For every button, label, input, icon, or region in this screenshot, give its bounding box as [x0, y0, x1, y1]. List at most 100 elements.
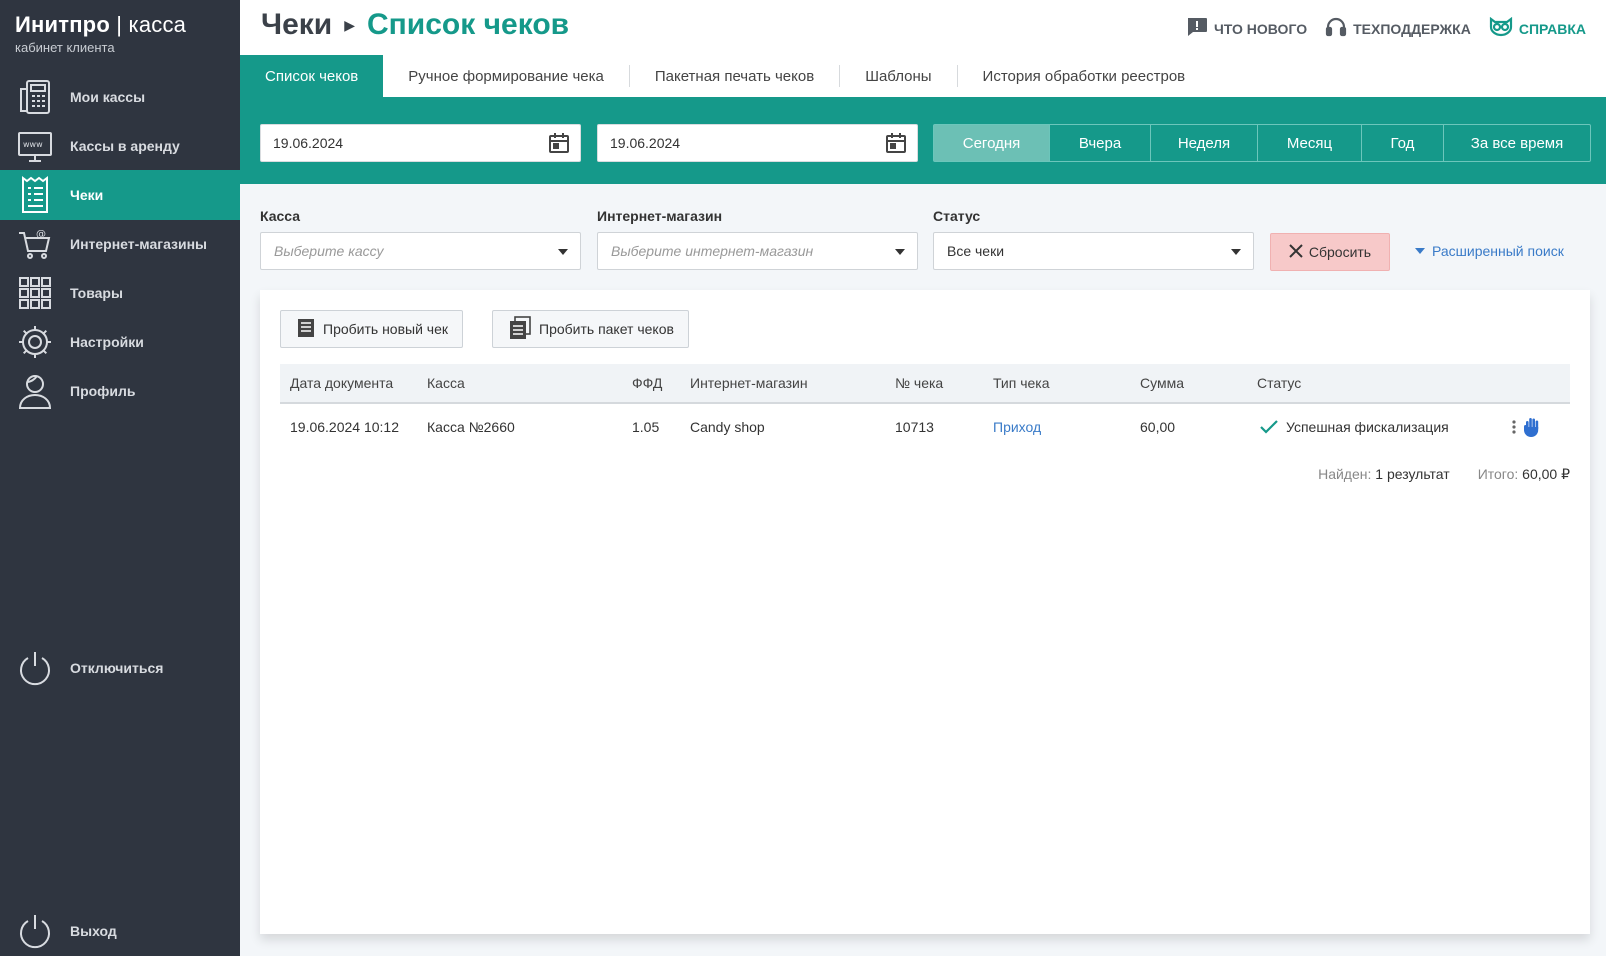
date-filter-bar: 19.06.2024 19.06.2024 Сегодня Вчера Неде…	[240, 97, 1606, 184]
cell-date: 19.06.2024 10:12	[290, 419, 399, 435]
date-to-input[interactable]: 19.06.2024	[597, 124, 918, 162]
gear-icon	[15, 322, 55, 362]
column-header-date[interactable]: Дата документа	[290, 364, 393, 402]
batch-receipts-label: Пробить пакет чеков	[539, 321, 674, 337]
sidebar-item-goods[interactable]: Товары	[0, 268, 240, 318]
total-value: 60,00 ₽	[1522, 466, 1570, 482]
brand-name-sep: |	[109, 12, 129, 37]
tab-bar: Список чеков Ручное формирование чека Па…	[240, 55, 1606, 97]
calendar-icon[interactable]	[548, 132, 570, 154]
tab-registry-history[interactable]: История обработки реестров	[958, 55, 1211, 97]
tab-receipt-list[interactable]: Список чеков	[240, 55, 384, 97]
calendar-icon[interactable]	[885, 132, 907, 154]
period-all-time[interactable]: За все время	[1443, 125, 1590, 161]
owl-icon	[1489, 16, 1513, 40]
page-title: Список чеков	[367, 8, 570, 41]
column-header-sum[interactable]: Сумма	[1140, 364, 1184, 402]
period-today[interactable]: Сегодня	[934, 125, 1049, 161]
close-icon	[1289, 243, 1303, 261]
advanced-search-link[interactable]: Расширенный поиск	[1415, 243, 1564, 259]
column-header-kassa[interactable]: Касса	[427, 364, 465, 402]
whats-new-link[interactable]: ЧТО НОВОГО	[1186, 17, 1307, 40]
breadcrumb-root[interactable]: Чеки	[261, 8, 332, 42]
column-header-type[interactable]: Тип чека	[993, 364, 1050, 402]
total-amount: Итого: 60,00 ₽	[1478, 466, 1570, 483]
caret-down-icon	[558, 249, 568, 255]
date-from-input[interactable]: 19.06.2024	[260, 124, 581, 162]
sidebar-item-label: Отключиться	[70, 660, 164, 676]
sidebar-item-label: Настройки	[70, 334, 144, 350]
sidebar-item-logout[interactable]: Выход	[0, 906, 240, 956]
batch-receipts-button[interactable]: Пробить пакет чеков	[492, 310, 689, 348]
found-label: Найден:	[1318, 466, 1372, 482]
column-header-number[interactable]: № чека	[895, 364, 943, 402]
period-yesterday[interactable]: Вчера	[1049, 125, 1150, 161]
column-header-ffd[interactable]: ФФД	[632, 364, 662, 402]
sidebar-item-label: Кассы в аренду	[70, 138, 180, 154]
table-row[interactable]: 19.06.2024 10:12 Касса №2660 1.05 Candy …	[280, 404, 1570, 450]
sidebar-item-rent-kassas[interactable]: www Кассы в аренду	[0, 121, 240, 171]
filter-label: Интернет-магазин	[597, 208, 723, 224]
results-summary: Найден: 1 результат Итого: 60,00 ₽	[1318, 466, 1570, 483]
filters: Касса Выберите кассу Интернет-магазин Вы…	[240, 184, 1606, 290]
sidebar-item-settings[interactable]: Настройки	[0, 317, 240, 367]
reset-label: Сбросить	[1308, 244, 1372, 260]
hand-icon[interactable]	[1523, 404, 1541, 450]
found-value: 1 результат	[1375, 466, 1450, 482]
tab-batch-print[interactable]: Пакетная печать чеков	[630, 55, 839, 97]
more-vertical-icon[interactable]	[1512, 404, 1516, 450]
sidebar-item-disconnect[interactable]: Отключиться	[0, 643, 240, 693]
user-icon	[15, 371, 55, 411]
period-selector: Сегодня Вчера Неделя Месяц Год За все вр…	[933, 124, 1591, 162]
brand-subtitle: кабинет клиента	[15, 40, 115, 55]
sidebar-item-profile[interactable]: Профиль	[0, 366, 240, 416]
tab-manual-receipt[interactable]: Ручное формирование чека	[383, 55, 629, 97]
kassa-placeholder: Выберите кассу	[274, 243, 384, 259]
sidebar-item-label: Товары	[70, 285, 123, 301]
sidebar-item-my-kassas[interactable]: Мои кассы	[0, 72, 240, 122]
column-header-status[interactable]: Статус	[1257, 364, 1301, 402]
receipt-icon	[15, 175, 55, 215]
help-link[interactable]: СПРАВКА	[1489, 16, 1586, 40]
header: Чеки ▶ Список чеков ЧТО НОВОГО ТЕХПОДДЕР…	[240, 0, 1606, 55]
filter-label: Касса	[260, 208, 301, 224]
brand: Инитпро | касса кабинет клиента	[0, 0, 240, 64]
filter-status: Статус Все чеки	[933, 208, 1254, 270]
headset-icon	[1325, 16, 1347, 41]
sidebar-item-shops[interactable]: @ Интернет-магазины	[0, 219, 240, 269]
filter-kassa: Касса Выберите кассу	[260, 208, 581, 270]
check-icon	[1260, 420, 1278, 434]
tab-templates[interactable]: Шаблоны	[840, 55, 956, 97]
header-links: ЧТО НОВОГО ТЕХПОДДЕРЖКА СПРАВКА	[1186, 16, 1586, 41]
date-from-value: 19.06.2024	[273, 135, 344, 151]
table-header: Дата документа Касса ФФД Интернет-магази…	[280, 364, 1570, 404]
period-year[interactable]: Год	[1361, 125, 1443, 161]
sidebar-item-label: Мои кассы	[70, 89, 146, 105]
caret-down-icon	[895, 249, 905, 255]
period-month[interactable]: Месяц	[1257, 125, 1361, 161]
status-value: Все чеки	[947, 243, 1005, 259]
status-select[interactable]: Все чеки	[933, 232, 1254, 270]
svg-text:@: @	[36, 229, 46, 240]
cell-kassa: Касса №2660	[427, 419, 515, 435]
sidebar-item-receipts[interactable]: Чеки	[0, 170, 240, 220]
brand-name-light: касса	[128, 12, 187, 37]
cell-number: 10713	[895, 419, 934, 435]
found-count: Найден: 1 результат	[1318, 466, 1450, 483]
column-header-shop[interactable]: Интернет-магазин	[690, 364, 808, 402]
cell-type-link[interactable]: Приход	[993, 404, 1041, 450]
total-label: Итого:	[1477, 466, 1519, 482]
period-week[interactable]: Неделя	[1150, 125, 1257, 161]
new-receipt-button[interactable]: Пробить новый чек	[280, 310, 464, 348]
new-receipt-label: Пробить новый чек	[323, 321, 449, 337]
support-link[interactable]: ТЕХПОДДЕРЖКА	[1325, 16, 1471, 41]
reset-button[interactable]: Сбросить	[1270, 233, 1390, 271]
cell-shop: Candy shop	[690, 419, 765, 435]
receipts-panel: Пробить новый чек Пробить пакет чеков Да…	[260, 290, 1590, 934]
breadcrumb: Чеки ▶ Список чеков	[261, 8, 569, 42]
receipt-stack-icon	[509, 315, 531, 343]
cell-sum: 60,00	[1140, 419, 1176, 435]
kassa-select[interactable]: Выберите кассу	[260, 232, 581, 270]
shop-select[interactable]: Выберите интернет-магазин	[597, 232, 918, 270]
date-to-value: 19.06.2024	[610, 135, 681, 151]
